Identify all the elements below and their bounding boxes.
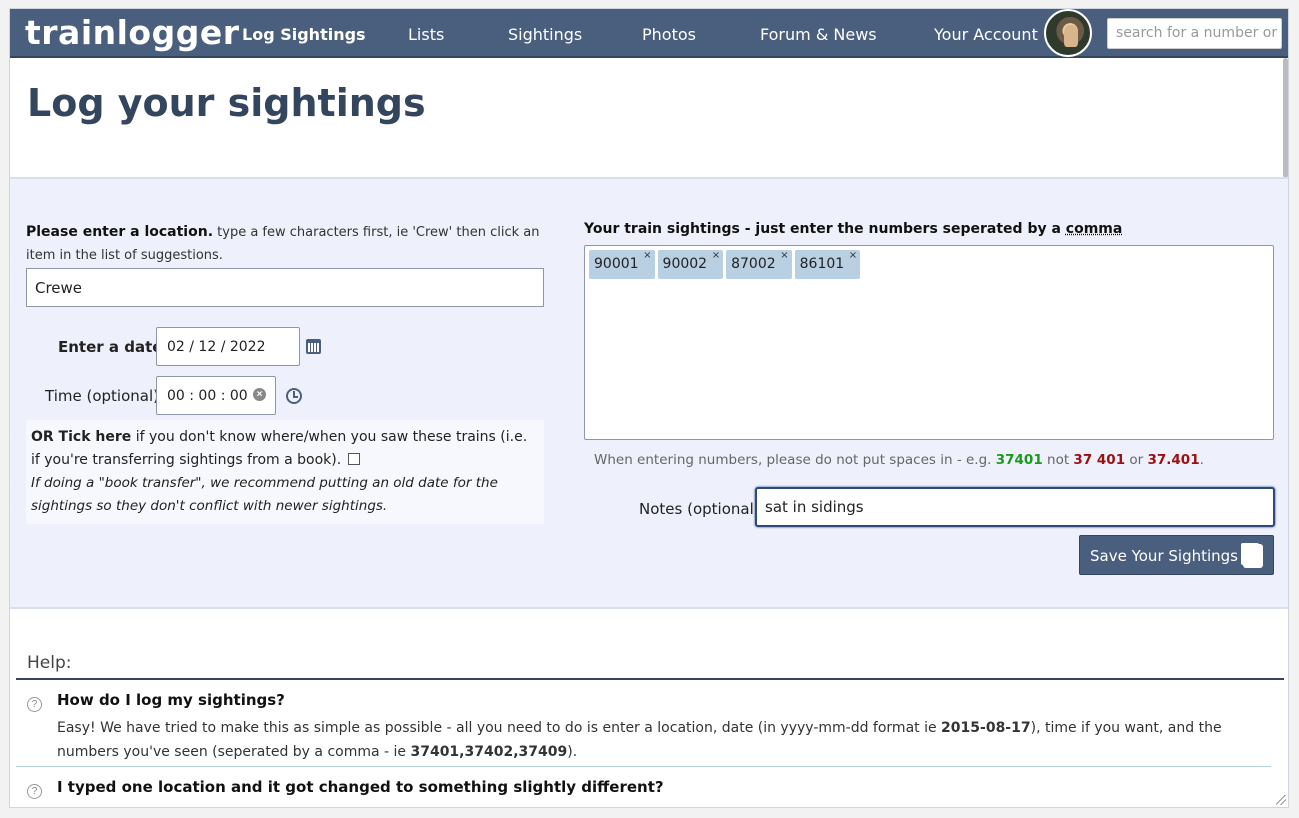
location-label: Please enter a location. type a few char…: [26, 224, 540, 263]
remove-tag-icon[interactable]: ×: [712, 250, 720, 261]
nav-sightings[interactable]: Sightings: [508, 25, 582, 44]
number-format-hint: When entering numbers, please do not put…: [594, 452, 1204, 468]
divider: [16, 678, 1284, 680]
location-input[interactable]: Crewe: [26, 268, 544, 307]
browser-page: trainlogger Log Sightings Lists Sighting…: [9, 8, 1289, 808]
resize-handle-icon[interactable]: [1276, 795, 1286, 805]
remove-tag-icon[interactable]: ×: [849, 250, 857, 261]
nav-photos[interactable]: Photos: [642, 25, 696, 44]
remove-tag-icon[interactable]: ×: [643, 250, 651, 261]
nav-lists[interactable]: Lists: [408, 25, 444, 44]
remove-tag-icon[interactable]: ×: [780, 250, 788, 261]
book-transfer-note: If doing a "book transfer", we recommend…: [31, 475, 498, 514]
date-input[interactable]: 02 / 12 / 2022: [156, 327, 300, 366]
search-input[interactable]: search for a number or: [1107, 18, 1282, 49]
book-transfer-box: OR Tick here if you don't know where/whe…: [26, 420, 544, 524]
question-icon: ?: [27, 784, 42, 799]
faq-item: ? I typed one location and it got change…: [16, 778, 1271, 807]
clear-icon[interactable]: ×: [253, 388, 266, 401]
notes-label: Notes (optional): [639, 500, 760, 518]
question-icon: ?: [27, 697, 42, 712]
avatar[interactable]: [1044, 9, 1092, 57]
page-title: Log your sightings: [27, 81, 426, 125]
divider: [16, 766, 1271, 767]
book-transfer-checkbox[interactable]: [347, 453, 360, 465]
time-label: Time (optional): [45, 387, 159, 405]
sighting-tag[interactable]: 90001 ×: [589, 250, 655, 279]
faq-question[interactable]: I typed one location and it got changed …: [57, 778, 664, 796]
sighting-tag[interactable]: 90002 ×: [657, 250, 724, 279]
calendar-icon[interactable]: [306, 339, 321, 354]
save-sightings-button[interactable]: Save Your Sightings: [1079, 535, 1274, 575]
scrollbar[interactable]: [1283, 58, 1288, 178]
site-logo[interactable]: trainlogger: [25, 13, 240, 52]
faq-item: ? How do I log my sightings? Easy! We ha…: [16, 691, 1271, 763]
sightings-label: Your train sightings - just enter the nu…: [584, 221, 1123, 237]
sighting-tag[interactable]: 87002 ×: [726, 250, 792, 279]
clock-icon[interactable]: [286, 388, 302, 404]
notes-input[interactable]: sat in sidings: [755, 487, 1275, 527]
faq-question[interactable]: How do I log my sightings?: [57, 691, 285, 709]
help-title: Help:: [27, 653, 72, 673]
nav-your-account[interactable]: Your Account: [934, 25, 1038, 44]
sighting-tag[interactable]: 86101 ×: [794, 250, 861, 279]
top-navbar: trainlogger Log Sightings Lists Sighting…: [10, 9, 1288, 58]
document-icon: [1243, 544, 1263, 568]
nav-log-sightings[interactable]: Log Sightings: [242, 25, 366, 44]
faq-answer: Easy! We have tried to make this as simp…: [57, 720, 1222, 760]
date-label: Enter a date: [58, 338, 163, 356]
nav-forum-news[interactable]: Forum & News: [760, 25, 877, 44]
sightings-input[interactable]: 90001 × 90002 × 87002 × 86101 ×: [584, 245, 1274, 440]
